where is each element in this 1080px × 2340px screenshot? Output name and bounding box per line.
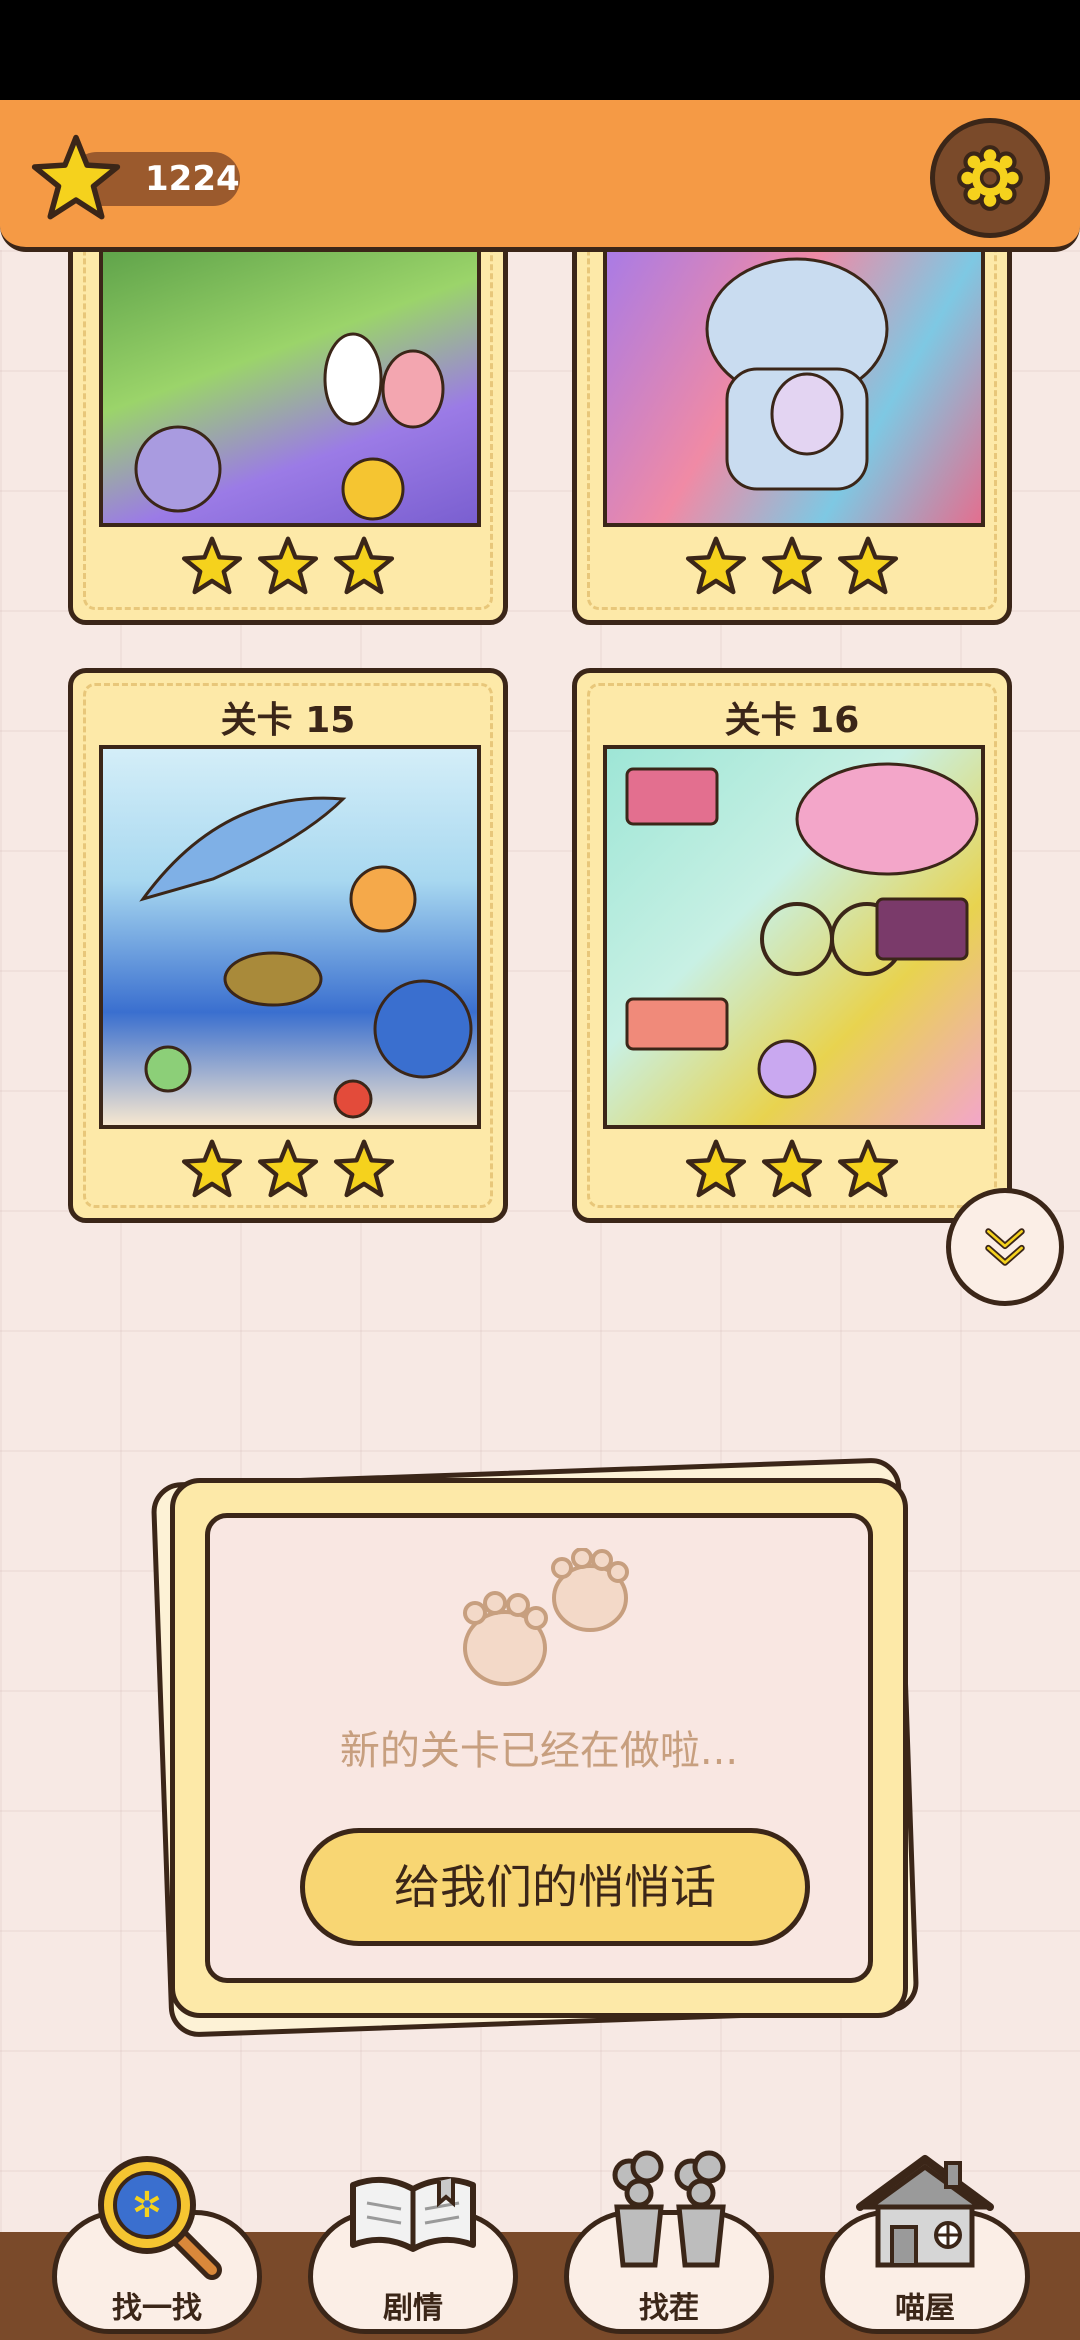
star-icon [761,536,823,595]
nav-icon-wrap [825,2145,1025,2275]
level-card-16[interactable]: 关卡 16 [572,668,1012,1223]
nav-icon-wrap [569,2145,769,2275]
level-card[interactable] [68,200,508,625]
double-chevron-down-icon [985,1228,1025,1266]
artwork-shapes [705,257,889,491]
feedback-button[interactable]: 给我们的悄悄话 [300,1828,810,1946]
level-stars [73,535,503,597]
plant-pots-icon [612,2150,726,2268]
svg-text:✲: ✲ [132,2185,162,2226]
nav-label: 喵屋 [895,2291,955,2326]
star-icon [685,1139,747,1198]
nav-label: 找茬 [639,2291,699,2326]
level-title: 关卡 15 [220,700,356,741]
scroll-down-button[interactable] [946,1188,1064,1306]
status-bar [0,0,1080,100]
panel-inner: 新的关卡已经在做啦... 给我们的悄悄话 [205,1513,873,1983]
nav-label: 找一找 [112,2291,202,2326]
star-icon [837,1139,899,1198]
top-bar: 1224 [0,100,1080,252]
artwork-shapes [139,796,473,1119]
nav-label: 剧情 [383,2291,443,2326]
star-icon [333,1139,395,1198]
paw-prints-icon [463,1548,629,1686]
panel-message: 新的关卡已经在做啦... [339,1728,739,1774]
star-icon [761,1139,823,1198]
nav-spot-difference[interactable]: 找茬 [564,2150,774,2334]
star-icon [31,134,121,220]
star-icon [333,536,395,595]
level-stars [577,535,1007,597]
star-icon [837,536,899,595]
star-icon [685,536,747,595]
star-counter: 1224 [30,132,240,220]
nav-icon-wrap [313,2145,513,2265]
level-stars [577,1138,1007,1200]
settings-button[interactable] [930,118,1050,238]
nav-find[interactable]: ✲ 找一找 [52,2156,262,2334]
book-icon [350,2176,476,2252]
star-icon [257,536,319,595]
star-icon [181,1139,243,1198]
level-card[interactable] [572,200,1012,625]
gear-icon [957,145,1023,211]
level-artwork [99,745,481,1129]
level-artwork [603,245,985,527]
nav-icon-wrap: ✲ [57,2145,257,2285]
level-stars [73,1138,503,1200]
nav-story[interactable]: 剧情 [308,2176,518,2334]
star-icon [181,536,243,595]
level-card-15[interactable]: 关卡 15 [68,668,508,1223]
artwork-shapes [134,332,445,521]
nav-cat-house[interactable]: 喵屋 [820,2155,1030,2334]
level-title: 关卡 16 [724,700,860,741]
artwork-shapes [625,762,979,1099]
level-artwork [603,745,985,1129]
star-icon [257,1139,319,1198]
magnifier-icon: ✲ [98,2156,222,2280]
new-levels-panel: 新的关卡已经在做啦... 给我们的悄悄话 [170,1478,908,2018]
house-icon [856,2155,994,2268]
level-artwork [99,245,481,527]
